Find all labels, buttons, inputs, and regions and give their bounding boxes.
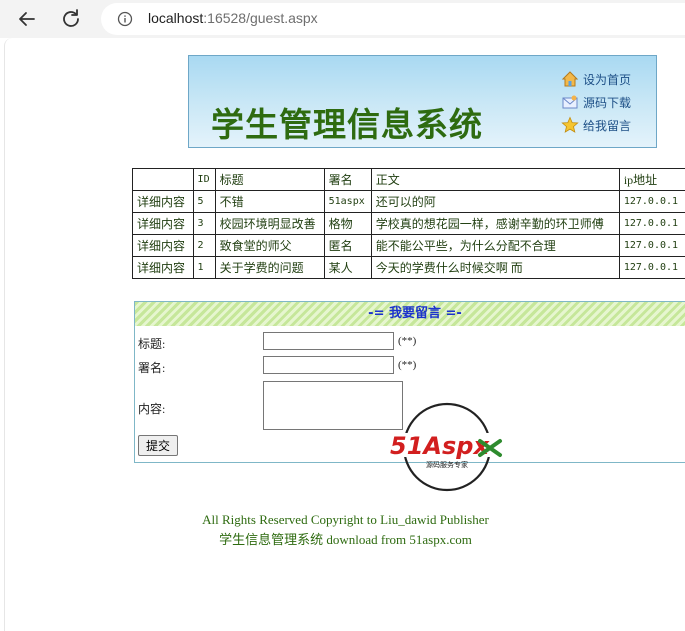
home-icon bbox=[561, 71, 579, 87]
table-row: 详细内容 5 不错 51aspx 还可以的阿 127.0.0.1 bbox=[132, 190, 685, 213]
cell-body: 学校真的想花园一样，感谢辛勤的环卫师傅 bbox=[370, 212, 620, 235]
header-cell-author: 署名 bbox=[323, 168, 372, 191]
cell-id: 5 bbox=[192, 190, 216, 213]
detail-link[interactable]: 详细内容 bbox=[132, 190, 194, 213]
cell-title: 致食堂的师父 bbox=[214, 234, 325, 257]
messages-table: ID 标题 署名 正文 ip地址 详细内容 5 不错 51aspx 还可以的阿 … bbox=[132, 168, 685, 279]
info-icon[interactable] bbox=[117, 11, 133, 27]
cell-id: 2 bbox=[192, 234, 216, 257]
footer-copyright: All Rights Reserved Copyright to Liu_daw… bbox=[202, 512, 489, 527]
title-required-mark: (**) bbox=[398, 335, 417, 347]
reload-icon[interactable] bbox=[59, 7, 83, 31]
table-row: 详细内容 1 关于学费的问题 某人 今天的学费什么时候交啊 而 127.0.0.… bbox=[132, 256, 685, 279]
title-label: 标题: bbox=[138, 337, 166, 351]
cell-title: 不错 bbox=[214, 190, 325, 213]
51aspx-logo: 51Aspx 源码服务专家 bbox=[388, 402, 506, 492]
cell-id: 3 bbox=[192, 212, 216, 235]
header-cell bbox=[132, 168, 194, 191]
cell-body: 能不能公平些，为什么分配不合理 bbox=[370, 234, 620, 257]
detail-link[interactable]: 详细内容 bbox=[132, 256, 194, 279]
cell-author: 匿名 bbox=[323, 234, 372, 257]
source-download-link[interactable]: 源码下载 bbox=[561, 92, 631, 112]
submit-button[interactable]: 提交 bbox=[138, 435, 178, 456]
cell-ip: 127.0.0.1 bbox=[618, 234, 685, 257]
star-icon bbox=[561, 116, 579, 133]
table-header-row: ID 标题 署名 正文 ip地址 bbox=[132, 168, 685, 191]
cell-body: 今天的学费什么时候交啊 而 bbox=[370, 256, 620, 279]
logo-tagline: 源码服务专家 bbox=[426, 460, 468, 469]
detail-link[interactable]: 详细内容 bbox=[132, 212, 194, 235]
browser-toolbar: localhost:16528/guest.aspx bbox=[0, 0, 685, 38]
cell-body: 还可以的阿 bbox=[370, 190, 620, 213]
table-row: 详细内容 2 致食堂的师父 匿名 能不能公平些，为什么分配不合理 127.0.0… bbox=[132, 234, 685, 257]
table-row: 详细内容 3 校园环境明显改善 格物 学校真的想花园一样，感谢辛勤的环卫师傅 1… bbox=[132, 212, 685, 235]
envelope-icon bbox=[562, 95, 578, 109]
content-label: 内容: bbox=[138, 402, 166, 416]
site-title: 学生管理信息系统 bbox=[211, 105, 483, 144]
author-required-mark: (**) bbox=[398, 359, 417, 371]
back-arrow-icon[interactable] bbox=[15, 7, 39, 31]
detail-link[interactable]: 详细内容 bbox=[132, 234, 194, 257]
cell-id: 1 bbox=[192, 256, 216, 279]
url-text[interactable]: localhost:16528/guest.aspx bbox=[148, 10, 318, 26]
leave-message-link[interactable]: 给我留言 bbox=[561, 115, 631, 135]
header-cell-title: 标题 bbox=[214, 168, 325, 191]
cell-author: 51aspx bbox=[323, 190, 372, 213]
cell-author: 某人 bbox=[323, 256, 372, 279]
cell-author: 格物 bbox=[323, 212, 372, 235]
author-label: 署名: bbox=[138, 361, 166, 375]
header-cell-id: ID bbox=[192, 168, 216, 191]
title-input[interactable] bbox=[263, 332, 394, 350]
page-viewport: 学生管理信息系统 设为首页 源码下载 给我留言 ID 标题 署名 正文 ip地址… bbox=[4, 38, 685, 631]
cell-ip: 127.0.0.1 bbox=[618, 212, 685, 235]
cell-title: 关于学费的问题 bbox=[214, 256, 325, 279]
header-cell-body: 正文 bbox=[370, 168, 620, 191]
form-heading: -= 我要留言 =- bbox=[135, 302, 685, 326]
set-homepage-link[interactable]: 设为首页 bbox=[561, 69, 631, 89]
header-cell-ip: ip地址 bbox=[618, 168, 685, 191]
site-banner: 学生管理信息系统 设为首页 源码下载 给我留言 bbox=[188, 55, 657, 148]
footer-download: 学生信息管理系统 download from 51aspx.com bbox=[219, 532, 472, 547]
address-bar[interactable]: localhost:16528/guest.aspx bbox=[101, 3, 685, 35]
logo-text: 51Aspx bbox=[390, 432, 490, 460]
cell-title: 校园环境明显改善 bbox=[214, 212, 325, 235]
cell-ip: 127.0.0.1 bbox=[618, 256, 685, 279]
author-input[interactable] bbox=[263, 356, 394, 374]
cell-ip: 127.0.0.1 bbox=[618, 190, 685, 213]
